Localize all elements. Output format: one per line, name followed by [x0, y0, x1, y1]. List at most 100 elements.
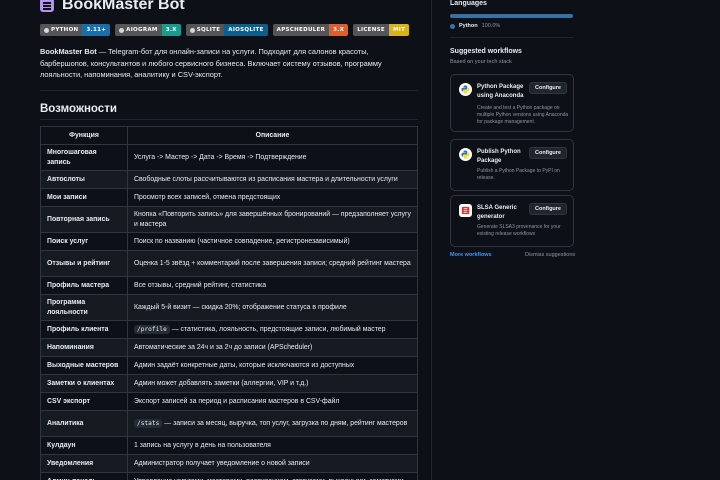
badge-right-text: 3.11+	[86, 27, 107, 33]
feature-description-cell: Кнопка «Повторить запись» для завершённы…	[127, 206, 418, 233]
feature-description: Экспорт записей за период и расписания м…	[134, 397, 340, 405]
table-row: CSV экспорт Экспорт записей за период и р…	[40, 392, 418, 411]
badge[interactable]: LICENSE MIT	[353, 24, 410, 36]
badge[interactable]: SQLITE AIOSQLITE	[185, 24, 268, 36]
divider	[40, 119, 418, 120]
workflow-title: Python Package using Anaconda	[477, 84, 524, 99]
feature-description-cell: Управление услугами, мастерами, расписан…	[127, 472, 418, 480]
badge-right-text: MIT	[392, 27, 406, 33]
table-row: Автослоты Свободные слоты рассчитываются …	[40, 170, 418, 189]
feature-description-cell: Автоматические за 24ч и за 2ч до записи …	[127, 338, 418, 357]
configure-button[interactable]: Configure	[529, 203, 567, 215]
feature-description: — статистика, лояльность, предстоящие за…	[169, 325, 386, 333]
badge-value: 3.X	[329, 24, 349, 36]
section-heading: Возможности	[40, 103, 117, 115]
table-row: Напоминания Автоматические за 24ч и за 2ч…	[40, 338, 418, 357]
workflow-description: Generate SLSA3 provenance for your exist…	[477, 224, 561, 237]
suggested-workflows-subtitle: Based on your tech stack	[450, 59, 512, 65]
features-table: Функция Описание Многошаговая запись Услу…	[40, 126, 418, 480]
feature-description: Автоматические за 24ч и за 2ч до записи …	[134, 343, 313, 351]
readme-title-row: BookMaster Bot	[40, 0, 185, 16]
feature-description-cell: Свободные слоты рассчитываются из распис…	[127, 170, 418, 189]
workflow-description: Create and test a Python package on mult…	[477, 105, 569, 125]
feature-name: Поиск услуг	[40, 232, 128, 251]
feature-description: Админ задаёт конкретные даты, которые ис…	[134, 361, 355, 369]
feature-description: 1 запись на услугу в день на пользовател…	[134, 441, 271, 449]
table-row: Админ-панельУправление услугами, мастера…	[40, 472, 418, 480]
table-header: Функция	[40, 126, 128, 145]
badge-value: MIT	[388, 24, 410, 36]
feature-name: Повторная запись	[40, 206, 128, 233]
feature-description-cell: Админ может добавлять заметки (аллергии,…	[127, 374, 418, 393]
feature-description: Кнопка «Повторить запись» для завершённы…	[134, 211, 411, 228]
feature-name: Напоминания	[40, 338, 128, 357]
feature-name: Мои записи	[40, 188, 128, 207]
table-row: Программа лояльности Каждый 5-й визит — с…	[40, 294, 418, 321]
badge-left-text: APSCHEDULER	[276, 27, 326, 33]
workflow-card: Publish Python Package Publish a Python P…	[450, 139, 574, 191]
badge-value: 3.11+	[82, 24, 111, 36]
python-icon	[459, 148, 472, 161]
repo-sidebar: Languages Python 100.0% Suggested workfl…	[432, 0, 720, 480]
feature-description-cell: Экспорт записей за период и расписания м…	[127, 392, 418, 411]
feature-description-cell: Каждый 5-й визит — скидка 20%; отображен…	[127, 294, 418, 321]
python-icon	[459, 83, 472, 96]
list-icon	[40, 0, 54, 12]
badge-left-text: SQLITE	[196, 27, 221, 33]
table-row: Профиль клиента/profile — статистика, ло…	[40, 320, 418, 339]
feature-description-cell: Администратор получает уведомление о нов…	[127, 454, 418, 473]
configure-button[interactable]: Configure	[529, 82, 567, 94]
languages-heading: Languages	[450, 0, 487, 7]
intro-bold: BookMaster Bot	[40, 47, 97, 56]
suggested-workflows-heading: Suggested workflows	[450, 48, 522, 55]
feature-name: Программа лояльности	[40, 294, 128, 321]
feature-name: Уведомления	[40, 454, 128, 473]
badge-right-text: 3.X	[333, 27, 345, 33]
feature-name: Админ-панель	[40, 472, 128, 480]
feature-name: Заметки о клиентах	[40, 374, 128, 393]
badge[interactable]: PYTHON 3.11+	[40, 24, 111, 36]
workflow-title: SLSA Generic generator	[477, 205, 517, 220]
badge-logo-icon	[119, 27, 125, 33]
workflow-title: Publish Python Package	[477, 149, 521, 164]
readme-title: BookMaster Bot	[62, 0, 185, 13]
feature-description-cell: Оценка 1-5 звёзд + комментарий после зав…	[127, 250, 418, 277]
feature-description-cell: /stats — записи за месяц, выручка, топ у…	[127, 410, 418, 437]
feature-name: CSV экспорт	[40, 392, 128, 411]
feature-description: Администратор получает уведомление о нов…	[134, 459, 310, 467]
intro-paragraph: BookMaster Bot — Telegram-бот для онлайн…	[40, 46, 418, 81]
feature-description-cell: Все отзывы, средний рейтинг, статистика	[127, 276, 418, 295]
feature-name: Профиль мастера	[40, 276, 128, 295]
badge-logo-icon	[44, 27, 49, 33]
table-row: Профиль мастера Все отзывы, средний рейти…	[40, 276, 418, 295]
badge-label: PYTHON	[40, 24, 83, 36]
workflow-description: Publish a Python Package to PyPI on rele…	[477, 168, 560, 181]
table-row: Кулдаун 1 запись на услугу в день на поль…	[40, 436, 418, 455]
inline-code: /stats	[134, 418, 163, 428]
workflow-card: SLSA Generic generator Generate SLSA3 pro…	[450, 195, 574, 247]
feature-description: Все отзывы, средний рейтинг, статистика	[134, 281, 267, 289]
feature-description-cell: Поиск по названию (частичное совпадение,…	[127, 232, 418, 251]
badge-value: AIOSQLITE	[224, 24, 268, 36]
feature-description: Админ может добавлять заметки (аллергии,…	[134, 379, 309, 387]
table-row: Поиск услуг Поиск по названию (частичное …	[40, 232, 418, 251]
table-row: Многошаговая запись Услуга -> Мастер -> Д…	[40, 144, 418, 171]
feature-description: Каждый 5-й визит — скидка 20%; отображен…	[134, 303, 347, 311]
inline-code: /profile	[134, 324, 170, 334]
language-bar	[450, 14, 573, 18]
feature-description: Оценка 1-5 звёзд + комментарий после зав…	[134, 259, 411, 267]
badge-logo-icon	[189, 27, 195, 33]
feature-description: — записи за месяц, выручка, топ услуг, з…	[162, 419, 408, 427]
dismiss-suggestions-link[interactable]: Dismiss suggestions	[525, 252, 575, 258]
more-workflows-link[interactable]: More workflows	[450, 252, 492, 258]
badge[interactable]: AIOGRAM 3.X	[115, 24, 181, 36]
slsa-icon	[459, 204, 472, 217]
badge-label: SQLITE	[185, 24, 225, 36]
badge-left-text: LICENSE	[357, 27, 385, 33]
badge[interactable]: APSCHEDULER 3.X	[272, 24, 349, 36]
feature-name: Аналитика	[40, 410, 128, 437]
language-item[interactable]: Python 100.0%	[450, 23, 500, 29]
table-row: Аналитика/stats — записи за месяц, выруч…	[40, 410, 418, 437]
configure-button[interactable]: Configure	[529, 147, 567, 159]
language-name: Python	[459, 23, 478, 29]
